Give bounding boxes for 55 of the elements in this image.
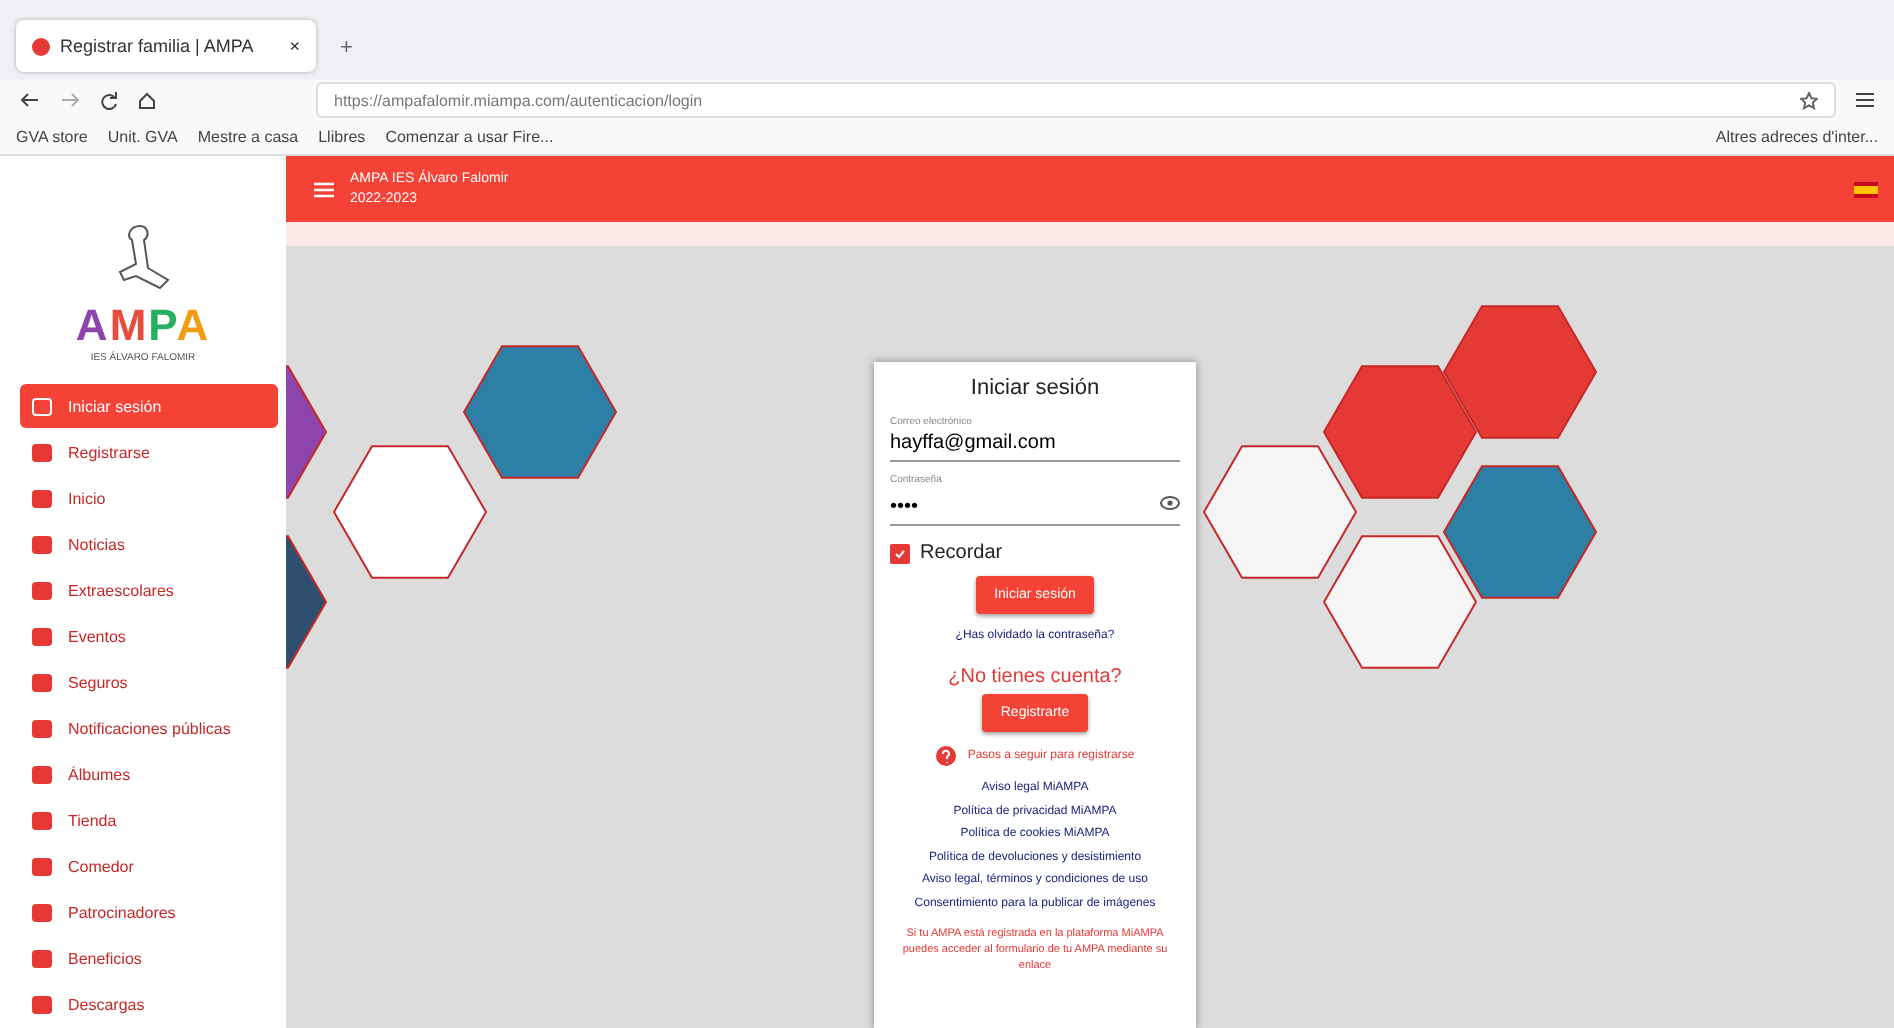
sidebar-item[interactable]: Extraescolares [20,568,278,612]
square-icon [32,811,52,829]
sidebar-item[interactable]: Registrarse [20,430,278,474]
new-tab-button[interactable]: + [332,36,361,60]
menu-icon[interactable] [1856,92,1874,108]
square-icon [32,995,52,1013]
sidebar-item[interactable]: Comedor [20,844,278,888]
card-title: Iniciar sesión [970,376,1100,400]
star-icon[interactable] [1800,91,1818,109]
check-icon [894,547,906,559]
bookmark-item[interactable]: Mestre a casa [197,128,299,146]
help-icon[interactable] [935,746,956,766]
no-account-text: ¿No tienes cuenta? [948,666,1122,688]
sidebar-item[interactable]: Noticias [20,522,278,566]
address-bar[interactable]: https://ampafalomir.miampa.com/autenticacion/login [316,82,1836,118]
remember-checkbox[interactable] [890,543,910,563]
sidebar-item[interactable]: Tienda [20,798,278,842]
close-icon[interactable]: × [289,36,300,56]
square-icon [32,627,52,645]
home-icon[interactable] [138,91,156,109]
sidebar-item[interactable]: Iniciar sesión [20,384,278,428]
other-bookmarks[interactable]: Altres adreces d'inter... [1715,128,1878,146]
bookmark-item[interactable]: Unit. GVA [107,128,178,146]
sidebar-item[interactable]: Eventos [20,614,278,658]
square-icon [32,673,52,691]
square-icon [32,719,52,737]
password-field[interactable]: •••• [890,492,1180,526]
browser-tab[interactable]: Registrar familia | AMPA × [16,20,316,72]
square-icon [32,857,52,875]
bookmark-item[interactable]: Comenzar a usar Fire... [385,128,554,146]
checkbox-label: Recordar [920,542,1003,564]
square-icon [32,765,52,783]
sidebar-item[interactable]: Inicio [20,476,278,520]
square-icon [32,443,52,461]
flag-icon[interactable] [1854,181,1878,197]
square-icon [32,489,52,507]
logo-wordmark: AMPA [75,300,211,351]
back-icon[interactable] [20,92,40,108]
sidebar-item[interactable]: Patrocinadores [20,890,278,934]
email-field[interactable]: hayffa@gmail.com [890,428,1180,462]
square-icon [32,903,52,921]
square-icon [32,581,52,599]
square-icon [32,949,52,967]
bookmark-item[interactable]: GVA store [16,128,88,146]
sidebar-item[interactable]: Notificaciones públicas [20,706,278,750]
square-icon [32,397,52,415]
sidebar-item[interactable]: Seguros [20,660,278,704]
eye-icon[interactable] [1160,496,1180,510]
square-icon [32,535,52,553]
favicon-icon [32,37,50,55]
bookmark-item[interactable]: Llibres [318,128,366,146]
sidebar-item[interactable]: Descargas [20,982,278,1026]
reload-icon[interactable] [100,91,118,109]
sidebar-item[interactable]: Beneficios [20,936,278,980]
sidebar-item[interactable]: Álbumes [20,752,278,796]
